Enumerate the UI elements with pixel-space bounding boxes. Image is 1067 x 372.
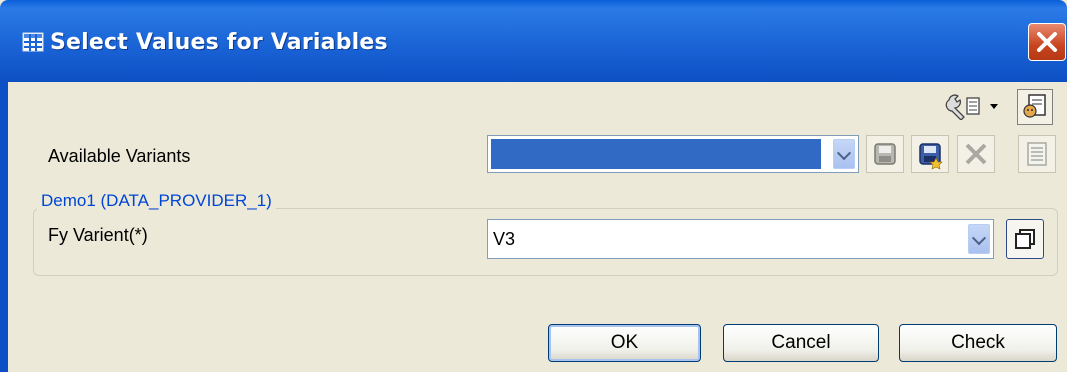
save-variant-button[interactable] — [866, 135, 904, 173]
check-button[interactable]: Check — [899, 324, 1057, 362]
personalize-button[interactable] — [1017, 89, 1053, 125]
save-variant-icon — [874, 143, 896, 165]
fy-variant-value: V3 — [493, 229, 516, 249]
cancel-button[interactable]: Cancel — [723, 324, 879, 362]
close-icon — [1037, 32, 1057, 52]
wrench-settings-icon[interactable] — [945, 92, 985, 120]
window-border — [0, 82, 8, 372]
variant-details-icon — [1027, 142, 1047, 166]
variants-combobox[interactable] — [487, 135, 859, 173]
window-title: Select Values for Variables — [50, 30, 388, 55]
title-bar: Select Values for Variables — [0, 0, 1067, 82]
fy-variant-combobox[interactable]: V3 — [487, 219, 994, 259]
chevron-down-icon[interactable] — [833, 139, 855, 169]
save-as-variant-button[interactable] — [911, 135, 949, 173]
variant-details-button[interactable] — [1018, 135, 1056, 173]
grid-table-icon — [22, 32, 44, 52]
close-button[interactable] — [1028, 23, 1066, 61]
group-title: Demo1 (DATA_PROVIDER_1) — [37, 191, 276, 211]
available-variants-label: Available Variants — [48, 146, 191, 166]
value-help-button[interactable] — [1006, 219, 1044, 259]
caret-down-icon[interactable] — [990, 104, 998, 109]
copy-windows-icon — [1015, 229, 1035, 249]
delete-variant-icon — [965, 143, 987, 165]
chevron-down-icon[interactable] — [968, 224, 990, 254]
delete-variant-button[interactable] — [957, 135, 995, 173]
save-as-variant-icon — [919, 143, 943, 170]
fy-variant-label: Fy Varient(*) — [48, 225, 148, 245]
personalize-icon — [1023, 94, 1046, 118]
variants-selected-value — [491, 139, 821, 169]
ok-button[interactable]: OK — [548, 324, 701, 362]
